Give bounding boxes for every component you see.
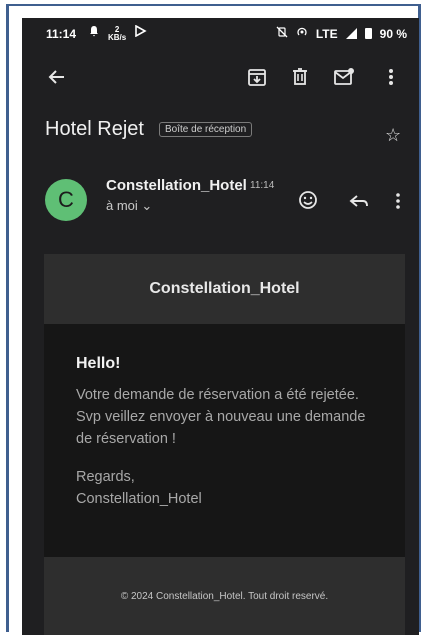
email-subject: Hotel Rejet (45, 118, 144, 140)
email-brand-header: Constellation_Hotel (44, 254, 405, 324)
archive-icon[interactable] (244, 64, 270, 90)
vibrate-off-icon (276, 26, 288, 41)
network-speed: 2 KB/s (108, 25, 127, 42)
avatar[interactable]: C (45, 179, 87, 221)
reply-icon[interactable] (347, 189, 371, 213)
email-greeting: Hello! (76, 355, 121, 372)
recipient-details[interactable]: à moi ⌄ (106, 198, 152, 214)
status-bar: 11:14 2 KB/s LTE 90 % (22, 18, 419, 50)
emoji-reaction-icon[interactable] (296, 188, 320, 212)
signal-icon (345, 28, 357, 39)
inbox-label-chip[interactable]: Boîte de réception (159, 122, 253, 137)
more-vertical-icon[interactable] (378, 64, 404, 90)
email-message: Votre demande de réservation a été rejet… (76, 387, 366, 447)
hotspot-icon (296, 26, 308, 41)
notification-icon (88, 25, 100, 42)
message-more-icon[interactable] (394, 189, 402, 213)
phone-screen: 11:14 2 KB/s LTE 90 % Hotel Rejet Boîte … (22, 18, 419, 635)
sender-name[interactable]: Constellation_Hotel (106, 177, 247, 194)
email-footer: © 2024 Constellation_Hotel. Tout droit r… (44, 557, 405, 635)
battery-level: 90 % (379, 26, 407, 41)
email-signature: Regards, Constellation_Hotel (76, 469, 202, 507)
email-body: Hello! Votre demande de réservation a ét… (44, 324, 405, 557)
system-icons: LTE 90 % (276, 26, 407, 41)
star-icon[interactable]: ☆ (385, 125, 401, 146)
email-time: 11:14 (250, 180, 275, 191)
sender-row: C Constellation_Hotel 11:14 à moi ⌄ (22, 173, 419, 233)
cast-icon (134, 24, 147, 42)
subject-row: Hotel Rejet Boîte de réception ☆ (22, 113, 419, 153)
mail-unread-icon[interactable] (331, 64, 357, 90)
notification-icons: 2 KB/s (88, 24, 147, 42)
network-type: LTE (315, 26, 338, 41)
battery-icon (364, 28, 372, 39)
arrow-left-icon[interactable] (44, 64, 70, 90)
email-toolbar (22, 58, 419, 98)
status-time: 11:14 (46, 27, 77, 41)
trash-icon[interactable] (287, 64, 313, 90)
